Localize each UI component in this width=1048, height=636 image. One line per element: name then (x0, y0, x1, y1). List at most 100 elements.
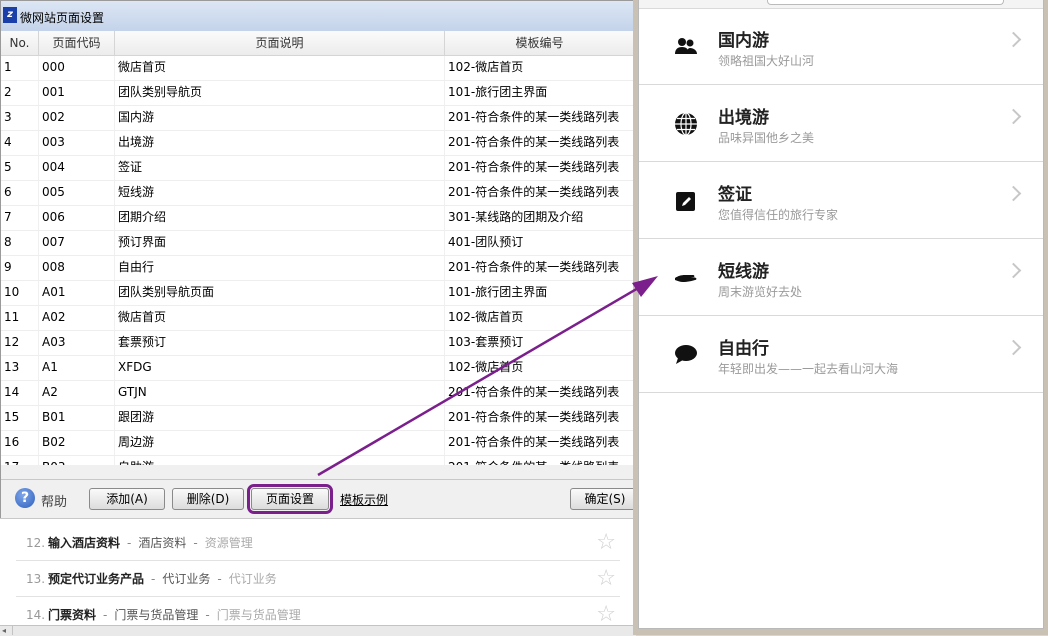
row-number-cell[interactable]: 3 (1, 106, 39, 130)
list-item[interactable]: 13. 预定代订业务产品 - 代订业务 - 代订业务 ☆ (16, 561, 620, 597)
scroll-left-icon[interactable]: ◂ (2, 626, 13, 635)
table-row[interactable]: 14 A2 GTJN 201-符合条件的某一类线路列表 (1, 381, 635, 406)
row-number-cell[interactable]: 10 (1, 281, 39, 305)
header-page-code[interactable]: 页面代码 (39, 31, 115, 55)
search-bar[interactable] (767, 0, 1004, 5)
template-number-cell[interactable]: 201-符合条件的某一类线路列表 (445, 256, 635, 280)
menu-item-outbound[interactable]: 出境游 品味异国他乡之美 (639, 85, 1043, 162)
page-code-cell[interactable]: B03 (39, 456, 115, 465)
page-code-cell[interactable]: 006 (39, 206, 115, 230)
row-number-cell[interactable]: 7 (1, 206, 39, 230)
table-row[interactable]: 1 000 微店首页 102-微店首页 (1, 56, 635, 81)
page-code-cell[interactable]: A1 (39, 356, 115, 380)
row-number-cell[interactable]: 1 (1, 56, 39, 80)
template-number-cell[interactable]: 102-微店首页 (445, 56, 635, 80)
table-row[interactable]: 16 B02 周边游 201-符合条件的某一类线路列表 (1, 431, 635, 456)
page-code-cell[interactable]: A02 (39, 306, 115, 330)
template-number-cell[interactable]: 101-旅行团主界面 (445, 81, 635, 105)
header-template-number[interactable]: 模板编号 (445, 31, 635, 55)
table-row[interactable]: 6 005 短线游 201-符合条件的某一类线路列表 (1, 181, 635, 206)
template-number-cell[interactable]: 102-微店首页 (445, 356, 635, 380)
page-code-cell[interactable]: 001 (39, 81, 115, 105)
table-row[interactable]: 3 002 国内游 201-符合条件的某一类线路列表 (1, 106, 635, 131)
table-row[interactable]: 8 007 预订界面 401-团队预订 (1, 231, 635, 256)
row-number-cell[interactable]: 17 (1, 456, 39, 465)
menu-item-short-trip[interactable]: 短线游 周末游览好去处 (639, 239, 1043, 316)
page-description-cell[interactable]: 团期介绍 (115, 206, 445, 230)
table-row[interactable]: 17B03自助游201-符合条件的某一类线路列表 (1, 456, 635, 465)
template-number-cell[interactable]: 301-某线路的团期及介绍 (445, 206, 635, 230)
template-number-cell[interactable]: 201-符合条件的某一类线路列表 (445, 181, 635, 205)
table-row[interactable]: 15 B01 跟团游 201-符合条件的某一类线路列表 (1, 406, 635, 431)
table-row[interactable]: 7 006 团期介绍 301-某线路的团期及介绍 (1, 206, 635, 231)
star-icon[interactable]: ☆ (596, 602, 616, 627)
item-title[interactable]: 输入酒店资料 (48, 534, 120, 551)
table-row[interactable]: 11 A02 微店首页 102-微店首页 (1, 306, 635, 331)
table-row[interactable]: 10 A01 团队类别导航页面 101-旅行团主界面 (1, 281, 635, 306)
row-number-cell[interactable]: 4 (1, 131, 39, 155)
template-number-cell[interactable]: 201-符合条件的某一类线路列表 (445, 106, 635, 130)
list-item[interactable]: 12. 输入酒店资料 - 酒店资料 - 资源管理 ☆ (16, 525, 620, 561)
row-number-cell[interactable]: 16 (1, 431, 39, 455)
row-number-cell[interactable]: 15 (1, 406, 39, 430)
page-code-cell[interactable]: 002 (39, 106, 115, 130)
page-description-cell[interactable]: 微店首页 (115, 56, 445, 80)
row-number-cell[interactable]: 9 (1, 256, 39, 280)
menu-item-visa[interactable]: 签证 您值得信任的旅行专家 (639, 162, 1043, 239)
row-number-cell[interactable]: 13 (1, 356, 39, 380)
page-description-cell[interactable]: 微店首页 (115, 306, 445, 330)
template-example-link[interactable]: 模板示例 (340, 491, 388, 508)
page-description-cell[interactable]: GTJN (115, 381, 445, 405)
page-code-cell[interactable]: B01 (39, 406, 115, 430)
page-description-cell[interactable]: 国内游 (115, 106, 445, 130)
page-code-cell[interactable]: A01 (39, 281, 115, 305)
row-number-cell[interactable]: 11 (1, 306, 39, 330)
page-setup-button[interactable]: 页面设置 (247, 484, 333, 514)
add-button[interactable]: 添加(A) (89, 488, 165, 510)
row-number-cell[interactable]: 5 (1, 156, 39, 180)
template-number-cell[interactable]: 201-符合条件的某一类线路列表 (445, 406, 635, 430)
ok-button[interactable]: 确定(S) (570, 488, 640, 510)
table-row[interactable]: 4 003 出境游 201-符合条件的某一类线路列表 (1, 131, 635, 156)
page-description-cell[interactable]: 团队类别导航页 (115, 81, 445, 105)
page-code-cell[interactable]: A03 (39, 331, 115, 355)
table-row[interactable]: 9 008 自由行 201-符合条件的某一类线路列表 (1, 256, 635, 281)
template-number-cell[interactable]: 103-套票预订 (445, 331, 635, 355)
row-number-cell[interactable]: 2 (1, 81, 39, 105)
page-code-cell[interactable]: 007 (39, 231, 115, 255)
row-number-cell[interactable]: 6 (1, 181, 39, 205)
page-grid[interactable]: No. 页面代码 页面说明 模板编号 1 000 微店首页 102-微店首页 2 001 团… (1, 31, 635, 465)
page-description-cell[interactable]: 签证 (115, 156, 445, 180)
title-bar[interactable]: z 微网站页面设置 (1, 1, 637, 32)
item-title[interactable]: 预定代订业务产品 (48, 570, 144, 587)
page-description-cell[interactable]: 预订界面 (115, 231, 445, 255)
template-number-cell[interactable]: 201-符合条件的某一类线路列表 (445, 456, 635, 465)
page-code-cell[interactable]: 008 (39, 256, 115, 280)
template-number-cell[interactable]: 201-符合条件的某一类线路列表 (445, 431, 635, 455)
header-page-description[interactable]: 页面说明 (115, 31, 445, 55)
page-description-cell[interactable]: 自助游 (115, 456, 445, 465)
page-code-cell[interactable]: B02 (39, 431, 115, 455)
menu-item-domestic[interactable]: 国内游 领略祖国大好山河 (639, 8, 1043, 85)
page-description-cell[interactable]: 短线游 (115, 181, 445, 205)
page-code-cell[interactable]: A2 (39, 381, 115, 405)
page-description-cell[interactable]: 自由行 (115, 256, 445, 280)
table-row[interactable]: 2 001 团队类别导航页 101-旅行团主界面 (1, 81, 635, 106)
page-description-cell[interactable]: 出境游 (115, 131, 445, 155)
page-description-cell[interactable]: 周边游 (115, 431, 445, 455)
row-number-cell[interactable]: 8 (1, 231, 39, 255)
star-icon[interactable]: ☆ (596, 530, 616, 555)
template-number-cell[interactable]: 201-符合条件的某一类线路列表 (445, 156, 635, 180)
page-description-cell[interactable]: 跟团游 (115, 406, 445, 430)
star-icon[interactable]: ☆ (596, 566, 616, 591)
page-code-cell[interactable]: 003 (39, 131, 115, 155)
row-number-cell[interactable]: 12 (1, 331, 39, 355)
page-code-cell[interactable]: 005 (39, 181, 115, 205)
template-number-cell[interactable]: 102-微店首页 (445, 306, 635, 330)
template-number-cell[interactable]: 201-符合条件的某一类线路列表 (445, 131, 635, 155)
table-row[interactable]: 5 004 签证 201-符合条件的某一类线路列表 (1, 156, 635, 181)
item-title[interactable]: 门票资料 (48, 606, 96, 623)
delete-button[interactable]: 删除(D) (172, 488, 244, 510)
page-description-cell[interactable]: 团队类别导航页面 (115, 281, 445, 305)
page-code-cell[interactable]: 004 (39, 156, 115, 180)
